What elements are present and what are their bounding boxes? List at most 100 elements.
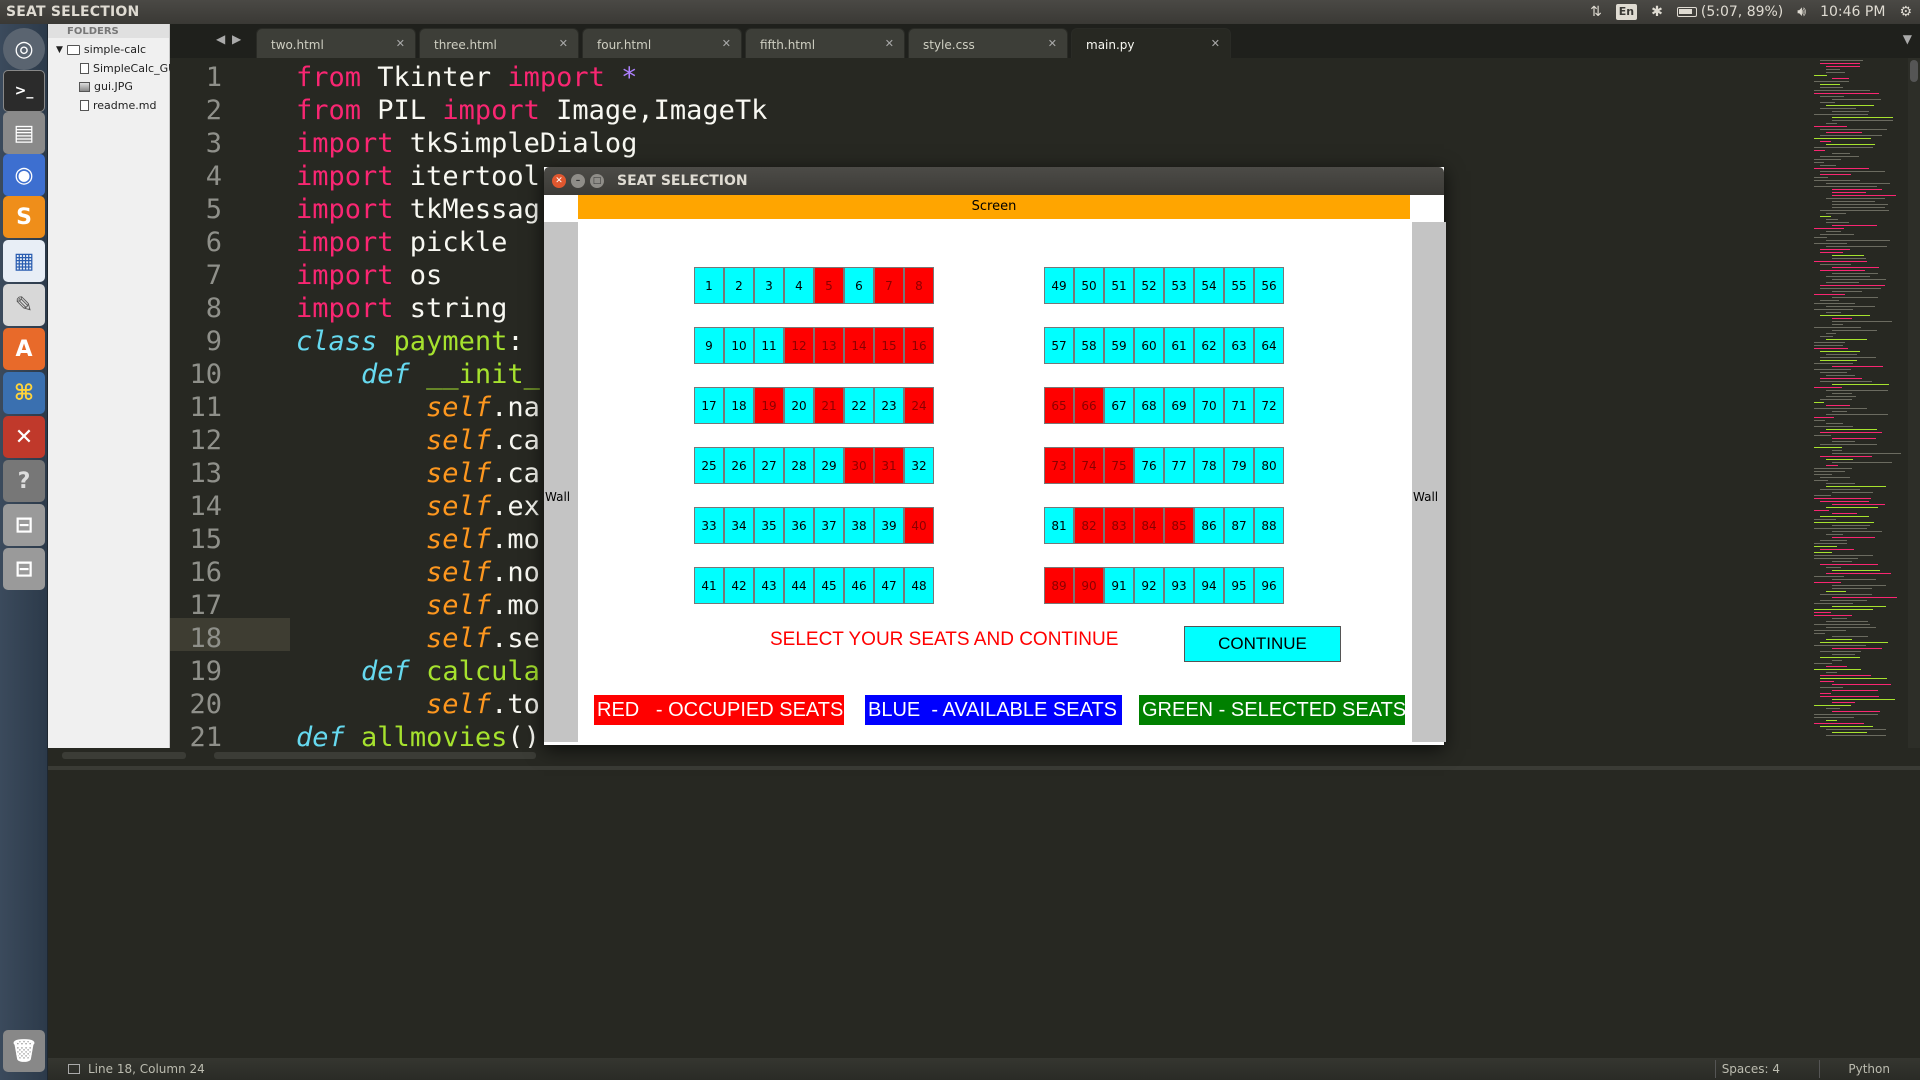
close-icon[interactable]: ✕ — [1048, 37, 1057, 50]
seat-92[interactable]: 92 — [1134, 567, 1164, 604]
editor-horizontal-scrollbar[interactable] — [214, 752, 536, 759]
close-icon[interactable]: ✕ — [552, 174, 566, 188]
seat-82[interactable]: 82 — [1074, 507, 1104, 544]
seat-42[interactable]: 42 — [724, 567, 754, 604]
seat-35[interactable]: 35 — [754, 507, 784, 544]
seat-18[interactable]: 18 — [724, 387, 754, 424]
seat-29[interactable]: 29 — [814, 447, 844, 484]
seat-81[interactable]: 81 — [1044, 507, 1074, 544]
seat-62[interactable]: 62 — [1194, 327, 1224, 364]
text-editor-icon[interactable]: ✎ — [3, 284, 45, 326]
seat-47[interactable]: 47 — [874, 567, 904, 604]
tab-fifth-html[interactable]: fifth.html ✕ — [745, 28, 905, 58]
seat-75[interactable]: 75 — [1104, 447, 1134, 484]
seat-95[interactable]: 95 — [1224, 567, 1254, 604]
seat-74[interactable]: 74 — [1074, 447, 1104, 484]
seat-45[interactable]: 45 — [814, 567, 844, 604]
settings-tools-icon[interactable]: ✕ — [3, 416, 45, 458]
seat-14[interactable]: 14 — [844, 327, 874, 364]
seat-58[interactable]: 58 — [1074, 327, 1104, 364]
tree-folder-root[interactable]: ▼ simple-calc — [56, 43, 146, 56]
maximize-icon[interactable]: □ — [590, 174, 604, 188]
seat-80[interactable]: 80 — [1254, 447, 1284, 484]
seat-15[interactable]: 15 — [874, 327, 904, 364]
seat-87[interactable]: 87 — [1224, 507, 1254, 544]
tab-main-py[interactable]: main.py ✕ — [1071, 28, 1231, 58]
network-icon[interactable]: ⇅ — [1590, 4, 1602, 20]
seat-30[interactable]: 30 — [844, 447, 874, 484]
seat-36[interactable]: 36 — [784, 507, 814, 544]
seat-37[interactable]: 37 — [814, 507, 844, 544]
seat-46[interactable]: 46 — [844, 567, 874, 604]
tab-four-html[interactable]: four.html ✕ — [582, 28, 742, 58]
file-manager-icon[interactable]: ▤ — [3, 112, 45, 154]
seat-94[interactable]: 94 — [1194, 567, 1224, 604]
seat-27[interactable]: 27 — [754, 447, 784, 484]
seat-17[interactable]: 17 — [694, 387, 724, 424]
panel-toggle-icon[interactable] — [68, 1064, 80, 1074]
sublime-text-icon[interactable]: S — [3, 196, 45, 238]
tree-file-simplecalc[interactable]: SimpleCalc_GUI. — [80, 62, 183, 75]
seat-49[interactable]: 49 — [1044, 267, 1074, 304]
close-icon[interactable]: ✕ — [722, 37, 731, 50]
seat-73[interactable]: 73 — [1044, 447, 1074, 484]
writer-icon[interactable]: ▦ — [3, 240, 45, 282]
seat-61[interactable]: 61 — [1164, 327, 1194, 364]
gear-icon[interactable]: ⚙ — [1899, 4, 1912, 20]
seat-67[interactable]: 67 — [1104, 387, 1134, 424]
seat-12[interactable]: 12 — [784, 327, 814, 364]
seat-59[interactable]: 59 — [1104, 327, 1134, 364]
seat-16[interactable]: 16 — [904, 327, 934, 364]
seat-32[interactable]: 32 — [904, 447, 934, 484]
seat-91[interactable]: 91 — [1104, 567, 1134, 604]
seat-31[interactable]: 31 — [874, 447, 904, 484]
close-icon[interactable]: ✕ — [1211, 37, 1220, 50]
seat-77[interactable]: 77 — [1164, 447, 1194, 484]
tab-next-icon[interactable]: ▶ — [232, 32, 241, 46]
seat-90[interactable]: 90 — [1074, 567, 1104, 604]
seat-52[interactable]: 52 — [1134, 267, 1164, 304]
seat-9[interactable]: 9 — [694, 327, 724, 364]
seat-26[interactable]: 26 — [724, 447, 754, 484]
seat-84[interactable]: 84 — [1134, 507, 1164, 544]
seat-13[interactable]: 13 — [814, 327, 844, 364]
seat-39[interactable]: 39 — [874, 507, 904, 544]
seat-50[interactable]: 50 — [1074, 267, 1104, 304]
seat-85[interactable]: 85 — [1164, 507, 1194, 544]
close-icon[interactable]: ✕ — [559, 37, 568, 50]
seat-25[interactable]: 25 — [694, 447, 724, 484]
software-center-icon[interactable]: A — [3, 328, 45, 370]
seat-83[interactable]: 83 — [1104, 507, 1134, 544]
seat-34[interactable]: 34 — [724, 507, 754, 544]
seat-63[interactable]: 63 — [1224, 327, 1254, 364]
seat-89[interactable]: 89 — [1044, 567, 1074, 604]
seat-79[interactable]: 79 — [1224, 447, 1254, 484]
seat-8[interactable]: 8 — [904, 267, 934, 304]
indentation-setting[interactable]: Spaces: 4 — [1722, 1062, 1780, 1076]
seat-24[interactable]: 24 — [904, 387, 934, 424]
seat-48[interactable]: 48 — [904, 567, 934, 604]
seat-70[interactable]: 70 — [1194, 387, 1224, 424]
scrollbar-thumb[interactable] — [1910, 60, 1918, 82]
close-icon[interactable]: ✕ — [885, 37, 894, 50]
seat-20[interactable]: 20 — [784, 387, 814, 424]
seat-64[interactable]: 64 — [1254, 327, 1284, 364]
seat-38[interactable]: 38 — [844, 507, 874, 544]
seat-5[interactable]: 5 — [814, 267, 844, 304]
continue-button[interactable]: CONTINUE — [1184, 626, 1341, 662]
keyboard-language-indicator[interactable]: En — [1615, 4, 1638, 20]
seat-96[interactable]: 96 — [1254, 567, 1284, 604]
tree-file-gui-jpg[interactable]: gui.JPG — [79, 80, 133, 93]
vertical-scrollbar[interactable] — [1908, 58, 1920, 748]
seat-93[interactable]: 93 — [1164, 567, 1194, 604]
seat-66[interactable]: 66 — [1074, 387, 1104, 424]
seat-44[interactable]: 44 — [784, 567, 814, 604]
bluetooth-icon[interactable]: ✱ — [1651, 4, 1663, 20]
seat-69[interactable]: 69 — [1164, 387, 1194, 424]
seat-57[interactable]: 57 — [1044, 327, 1074, 364]
seat-6[interactable]: 6 — [844, 267, 874, 304]
seat-53[interactable]: 53 — [1164, 267, 1194, 304]
terminal-icon[interactable]: >_ — [3, 70, 45, 112]
seat-43[interactable]: 43 — [754, 567, 784, 604]
help-icon[interactable]: ? — [3, 460, 45, 502]
